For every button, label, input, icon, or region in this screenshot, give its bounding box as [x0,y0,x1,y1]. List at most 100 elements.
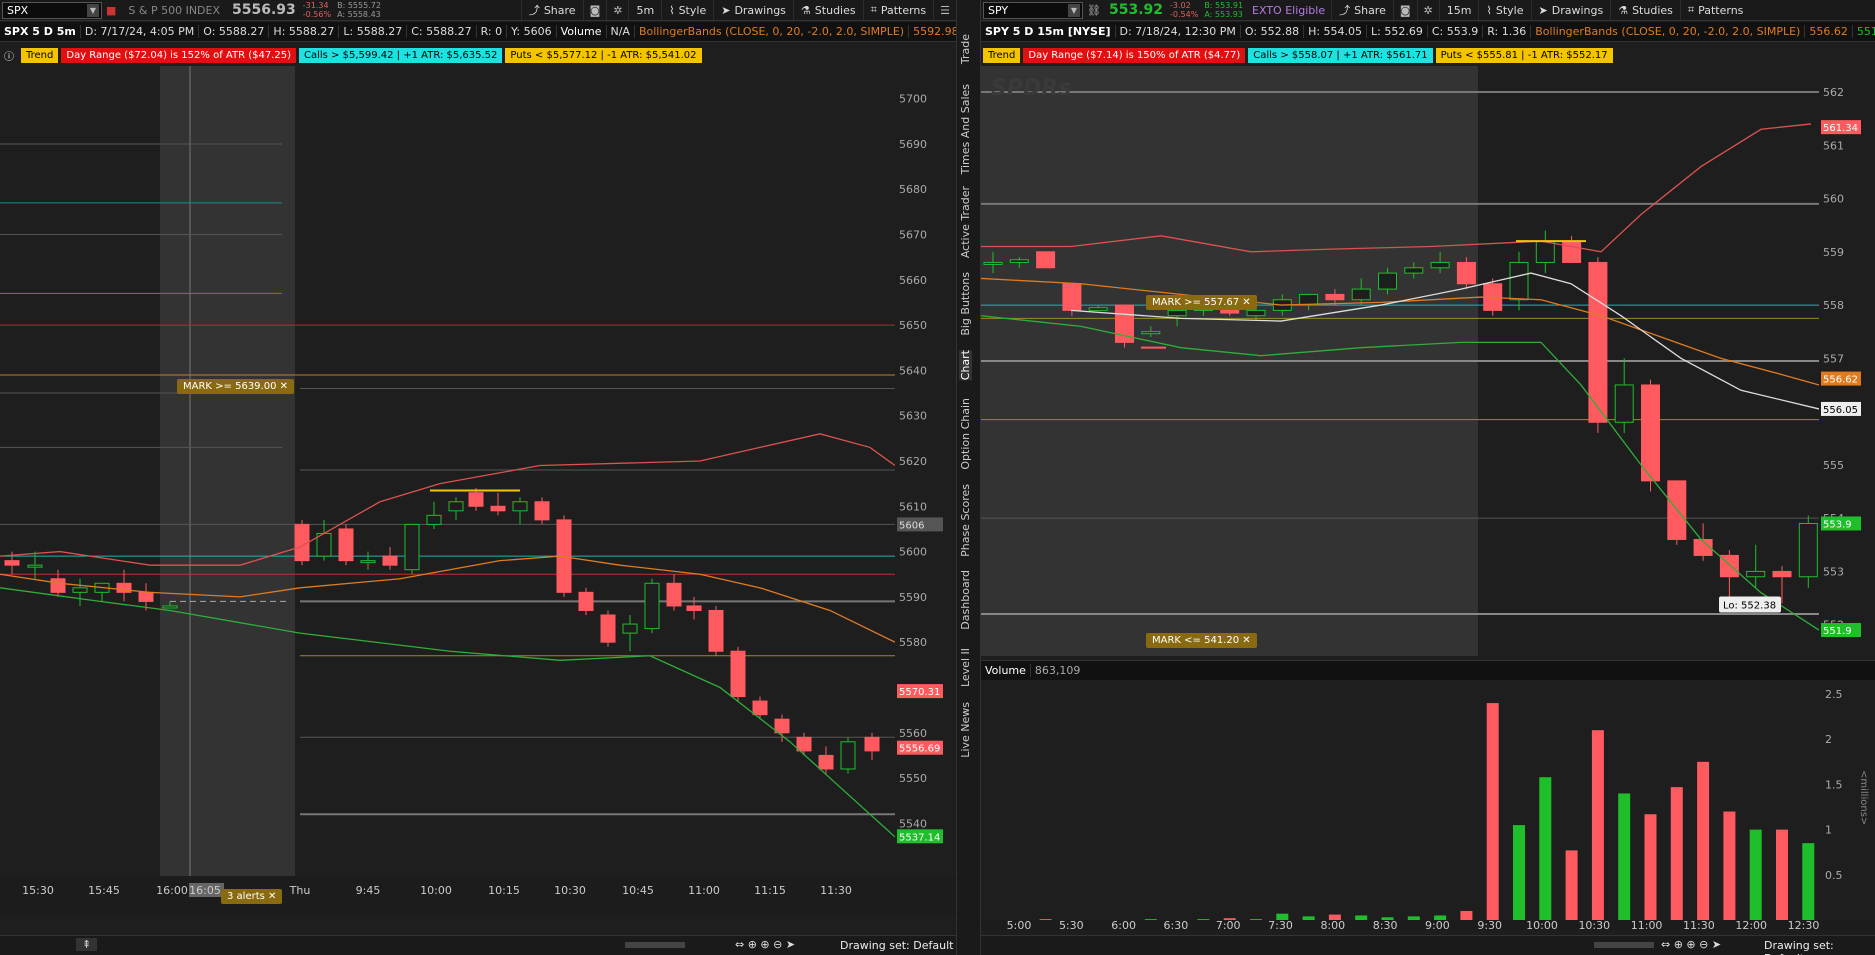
gear-icon[interactable]: ✲ [1416,0,1439,20]
drawings-button[interactable]: ➤ Drawings [1530,0,1611,20]
tab-phase-scores[interactable]: Phase Scores [959,484,972,557]
close-icon[interactable]: ✕ [1242,297,1250,308]
alerts-tag[interactable]: 3 alerts ✕ [221,889,283,904]
price-tick-label: 5600 [899,546,927,559]
link-icon[interactable]: ⛓ [1083,4,1105,17]
zoom-icons[interactable]: ⇔ ⊕ ⊕ ⊖ ➤ [1661,938,1721,951]
candle-body [448,501,464,512]
candle-body [622,623,638,634]
candle-body [490,505,506,512]
link-icon[interactable]: ■ [102,4,120,17]
tab-times-and-sales[interactable]: Times And Sales [959,84,972,174]
spy-price-chart[interactable]: 562561560559558557556555554553552561.345… [981,66,1875,656]
price-tag-label: 5570.31 [899,687,940,698]
style-button[interactable]: ⌇ Style [661,0,713,20]
camera-icon[interactable]: ◙ [1392,0,1417,20]
candle-body [600,614,616,643]
timeframe-button[interactable]: 5m [628,0,661,20]
info-range: R: 1.36 [1483,25,1532,38]
price-tick-label: 559 [1823,246,1844,259]
menu-icon[interactable]: ☰ [933,0,956,20]
symbol-input[interactable]: SPX ▼ [2,1,102,19]
candle-body [1220,309,1240,314]
drawing-set[interactable]: Drawing set: Default [840,939,953,952]
change-value: -3.02 [1170,1,1191,10]
mark-upper-tag[interactable]: MARK >= 557.67 ✕ [1146,295,1257,310]
ask: A: 5558.43 [337,10,381,19]
timeframe-button[interactable]: 15m [1438,0,1479,20]
candle-body [382,555,398,566]
time-axis [0,876,956,916]
drawing-set[interactable]: Drawing set: Default [1764,939,1875,955]
gear-icon[interactable]: ✲ [606,0,628,20]
candle-body [72,587,88,593]
right-chart-pane: SPY ▼ ⛓ 553.92 -3.02 -0.54% B: 553.91 A: 55… [981,0,1875,955]
tab-big-buttons[interactable]: Big Buttons [959,272,972,336]
style-label: Style [678,3,707,17]
candle-body [818,754,834,770]
exto-badge: EXTO Eligible [1252,3,1326,17]
close-icon[interactable]: ✕ [1242,635,1250,646]
candle-body [116,582,132,593]
left-chart-pane: SPX ▼ ■ S & P 500 INDEX 5556.93 -31.34 -0.… [0,0,956,955]
price-tag-label: 551.9 [1823,626,1852,637]
info-y: Y: 5606 [507,25,557,38]
studies-button[interactable]: ⚗ Studies [1610,0,1680,20]
spy-volume-chart[interactable]: 2.5 2 1.5 1 0.5 <millions> 5:00 5:30 6:00 6:30 7:0… [981,680,1875,930]
candle-body [1378,272,1397,290]
time-tick-label: 7:00 [1216,919,1241,930]
price-tag-label: 556.62 [1823,375,1858,386]
share-button[interactable]: ⤴ Share [520,0,583,20]
time-tick-label: Thu [289,884,311,897]
patterns-button[interactable]: ⌗ Patterns [862,0,934,20]
ask: A: 553.93 [1204,10,1243,19]
close-icon[interactable]: ✕ [280,381,288,392]
studies-button[interactable]: ⚗ Studies [792,0,863,20]
volume-bar [1539,777,1552,920]
patterns-button[interactable]: ⌗ Patterns [1679,0,1751,20]
chevron-down-icon[interactable]: ▼ [87,3,99,17]
cursor-icon: ➤ [1538,3,1548,17]
info-close: C: 553.9 [1428,25,1484,38]
time-tick-label: 5:00 [1007,919,1032,930]
tab-trade[interactable]: Trade [959,34,972,64]
tab-chart[interactable]: Chart [959,350,972,381]
price-tick-label: 5690 [899,138,927,151]
scrollbar[interactable] [625,942,685,948]
scrollbar[interactable] [1594,942,1654,948]
price-tick-label: 5620 [899,455,927,468]
mark-alert-tag[interactable]: MARK >= 5639.00 ✕ [177,379,295,394]
tab-option-chain[interactable]: Option Chain [959,398,972,470]
expand-icon[interactable]: ⇞ [76,938,98,951]
flask-icon: ⚗ [1618,3,1629,17]
candle-body [1772,570,1792,578]
share-button[interactable]: ⤴ Share [1331,0,1393,20]
info-low: L: 5588.27 [339,25,408,38]
flask-icon: ⚗ [800,3,811,17]
style-icon: ⌇ [1486,3,1492,17]
candle-body [1535,240,1555,263]
close-icon[interactable]: ✕ [268,891,276,902]
tab-dashboard[interactable]: Dashboard [959,570,972,630]
time-tick-label: 10:00 [1526,919,1558,930]
tab-active-trader[interactable]: Active Trader [959,186,972,258]
volume-background [981,680,1819,930]
chevron-down-icon[interactable]: ▼ [1068,3,1080,17]
time-tick-label: 10:30 [554,884,586,897]
price-tag-label: 5606 [899,520,924,531]
mark-lower-tag[interactable]: MARK <= 541.20 ✕ [1146,633,1257,648]
camera-icon[interactable]: ◙ [582,0,607,20]
patterns-icon: ⌗ [1687,3,1695,16]
drawings-button[interactable]: ➤ Drawings [713,0,793,20]
style-button[interactable]: ⌇ Style [1478,0,1530,20]
zoom-icons[interactable]: ⇔ ⊕ ⊕ ⊖ ➤ [735,938,795,951]
candle-body [338,528,354,562]
afterhours-shade [160,66,295,876]
alert-icon[interactable]: ⓘ [0,48,18,63]
volume-bar [1749,829,1762,920]
tab-live-news[interactable]: Live News [959,702,972,758]
candle-body [1088,307,1108,311]
spx-price-chart[interactable]: 5700 5690 5680 5670 5660 5650 5640 5630 5620 5610… [0,66,956,916]
tab-level-ii[interactable]: Level II [959,648,972,687]
symbol-input[interactable]: SPY ▼ [983,1,1083,19]
